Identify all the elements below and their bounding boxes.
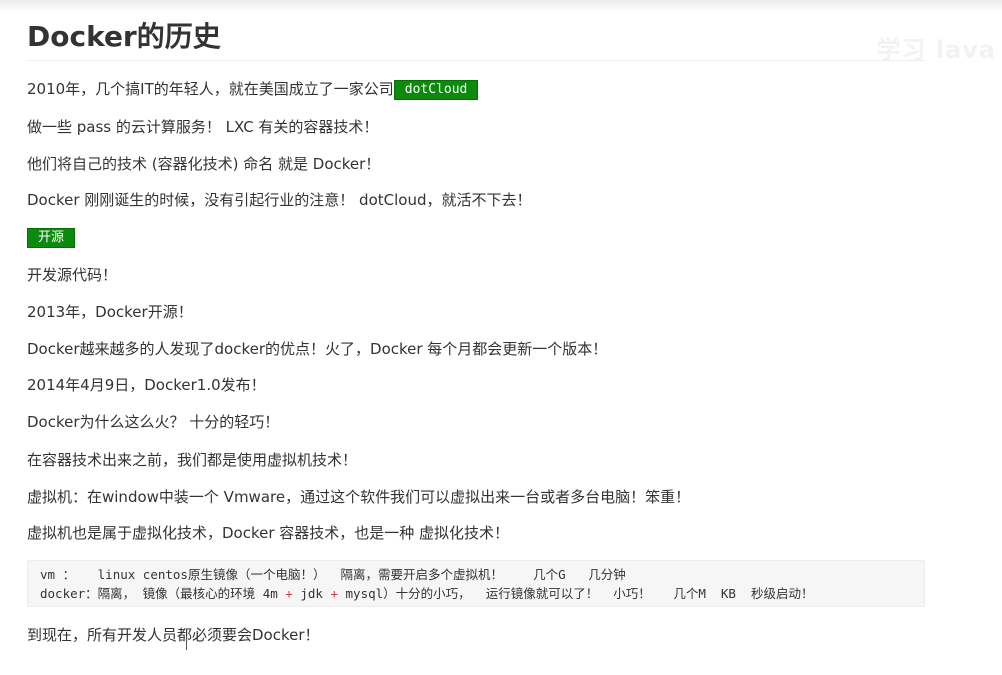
page-title: Docker的历史 (27, 20, 221, 53)
plus-sign: + (330, 586, 338, 601)
code-line-vm: vm ： linux centos原生镜像（一个电脑！） 隔离，需要开启多个虚拟… (40, 567, 626, 582)
paragraph-2013: 2013年，Docker开源！ (27, 303, 193, 321)
paragraph-open-code: 开发源代码！ (27, 266, 118, 284)
code-block: vm ： linux centos原生镜像（一个电脑！） 隔离，需要开启多个虚拟… (27, 560, 925, 607)
title-divider (27, 60, 925, 61)
paragraph-now: 到现在，所有开发人员都必须要会Docker！ (27, 626, 320, 644)
paragraph-2010: 2010年，几个搞IT的年轻人，就在美国成立了一家公司 dotCloud (27, 79, 479, 100)
paragraph-naming: 他们将自己的技术 (容器化技术) 命名 就是 Docker！ (27, 155, 381, 173)
open-source-tag: 开源 (27, 228, 76, 248)
dotcloud-tag: dotCloud (393, 80, 479, 100)
text-cursor (186, 637, 187, 650)
code-line-docker-part-b: jdk (292, 586, 331, 601)
paragraph-vm: 虚拟机：在window中装一个 Vmware，通过这个软件我们可以虚拟出来一台或… (27, 488, 691, 506)
paragraph-2014: 2014年4月9日，Docker1.0发布！ (27, 376, 266, 394)
window-top-shadow (0, 0, 1002, 12)
code-line-docker-part-c: mysql）十分的小巧， 运行镜像就可以了！ 小巧！ 几个M KB 秒级启动！ (338, 586, 814, 601)
plus-sign: + (285, 586, 293, 601)
paragraph-why: Docker为什么这么火？ 十分的轻巧！ (27, 413, 280, 431)
code-line-docker-part-a: docker：隔离， 镜像（最核心的环境 4m (40, 586, 286, 601)
paragraph-pass: 做一些 pass 的云计算服务！ LXC 有关的容器技术！ (27, 118, 379, 136)
code-line-docker: docker：隔离， 镜像（最核心的环境 4m + jdk + mysql）十分… (40, 586, 814, 601)
paragraph-virtualization: 虚拟机也是属于虚拟化技术，Docker 容器技术，也是一种 虚拟化技术！ (27, 524, 510, 542)
paragraph-popular: Docker越来越多的人发现了docker的优点！火了，Docker 每个月都会… (27, 340, 608, 358)
paragraph-before-containers: 在容器技术出来之前，我们都是使用虚拟机技术！ (27, 451, 358, 469)
open-source-tag-line: 开源 (27, 227, 76, 248)
paragraph-2010-text: 2010年，几个搞IT的年轻人，就在美国成立了一家公司 (27, 80, 394, 98)
paragraph-birth: Docker 刚刚诞生的时候，没有引起行业的注意！ dotCloud，就活不下去… (27, 191, 532, 209)
